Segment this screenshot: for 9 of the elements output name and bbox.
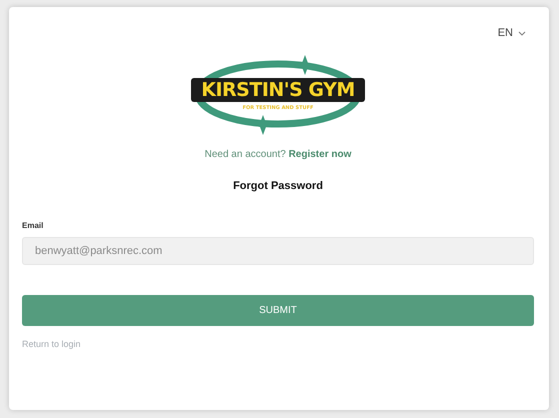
email-label: Email [22,221,44,230]
register-prompt: Need an account? Register now [204,149,352,160]
page-heading: Forgot Password [233,180,323,192]
return-to-login-link[interactable]: Return to login [22,339,81,349]
email-field[interactable]: benwyatt@parksnrec.com [22,237,534,265]
language-selector[interactable]: EN [498,27,526,39]
submit-button[interactable]: SUBMIT [22,295,534,326]
register-link[interactable]: Register now [288,149,352,160]
chevron-down-icon [518,30,526,36]
